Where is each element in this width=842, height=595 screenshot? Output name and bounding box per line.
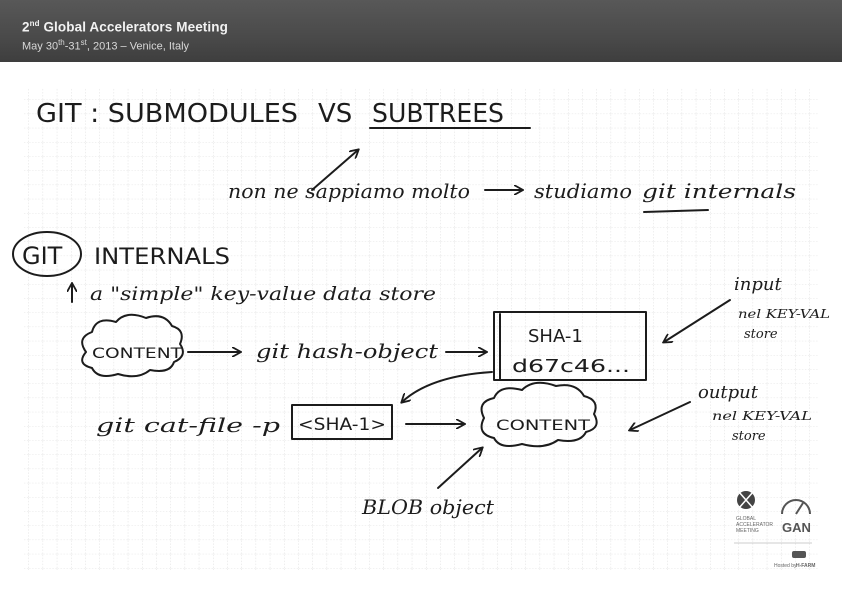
hash-object-command: git hash-object bbox=[256, 339, 439, 363]
blob-object-label: BLOB object bbox=[361, 495, 495, 519]
sha-value: d67c46... bbox=[512, 356, 630, 377]
note-non-ne-sappiamo: non ne sappiamo molto bbox=[228, 179, 470, 203]
note-description: a "simple" key-value data store bbox=[90, 283, 436, 305]
svg-text:Hosted by: Hosted by bbox=[774, 563, 797, 569]
content-label-2: CONTENT bbox=[496, 418, 591, 434]
sha-label: SHA-1 bbox=[528, 326, 583, 347]
section-internals: INTERNALS bbox=[94, 245, 230, 270]
input-note-2: nel KEY-VAL bbox=[738, 307, 830, 321]
input-note-3: store bbox=[744, 327, 778, 342]
svg-text:GAN: GAN bbox=[782, 520, 811, 535]
cat-file-command: git cat-file -p bbox=[96, 413, 280, 437]
content-label-1: CONTENT bbox=[92, 346, 183, 362]
heading-submodules: GIT : SUBMODULES bbox=[36, 99, 298, 129]
output-note-3: store bbox=[732, 429, 766, 444]
heading-vs: VS bbox=[318, 99, 352, 129]
svg-text:MEETING: MEETING bbox=[736, 528, 759, 534]
output-note-1: output bbox=[698, 382, 759, 403]
notes-sheet: GIT : SUBMODULES VS SUBTREES non ne sapp… bbox=[12, 88, 830, 570]
sha-arg: <SHA-1> bbox=[298, 415, 386, 435]
section-git: GIT bbox=[22, 242, 63, 270]
output-note-2: nel KEY-VAL bbox=[712, 409, 812, 423]
input-note-1: input bbox=[734, 274, 782, 295]
note-git-internals: git internals bbox=[642, 179, 796, 203]
heading-subtrees: SUBTREES bbox=[372, 99, 504, 129]
note-studiamo: studiamo bbox=[534, 179, 632, 203]
svg-text:H-FARM: H-FARM bbox=[796, 563, 815, 569]
